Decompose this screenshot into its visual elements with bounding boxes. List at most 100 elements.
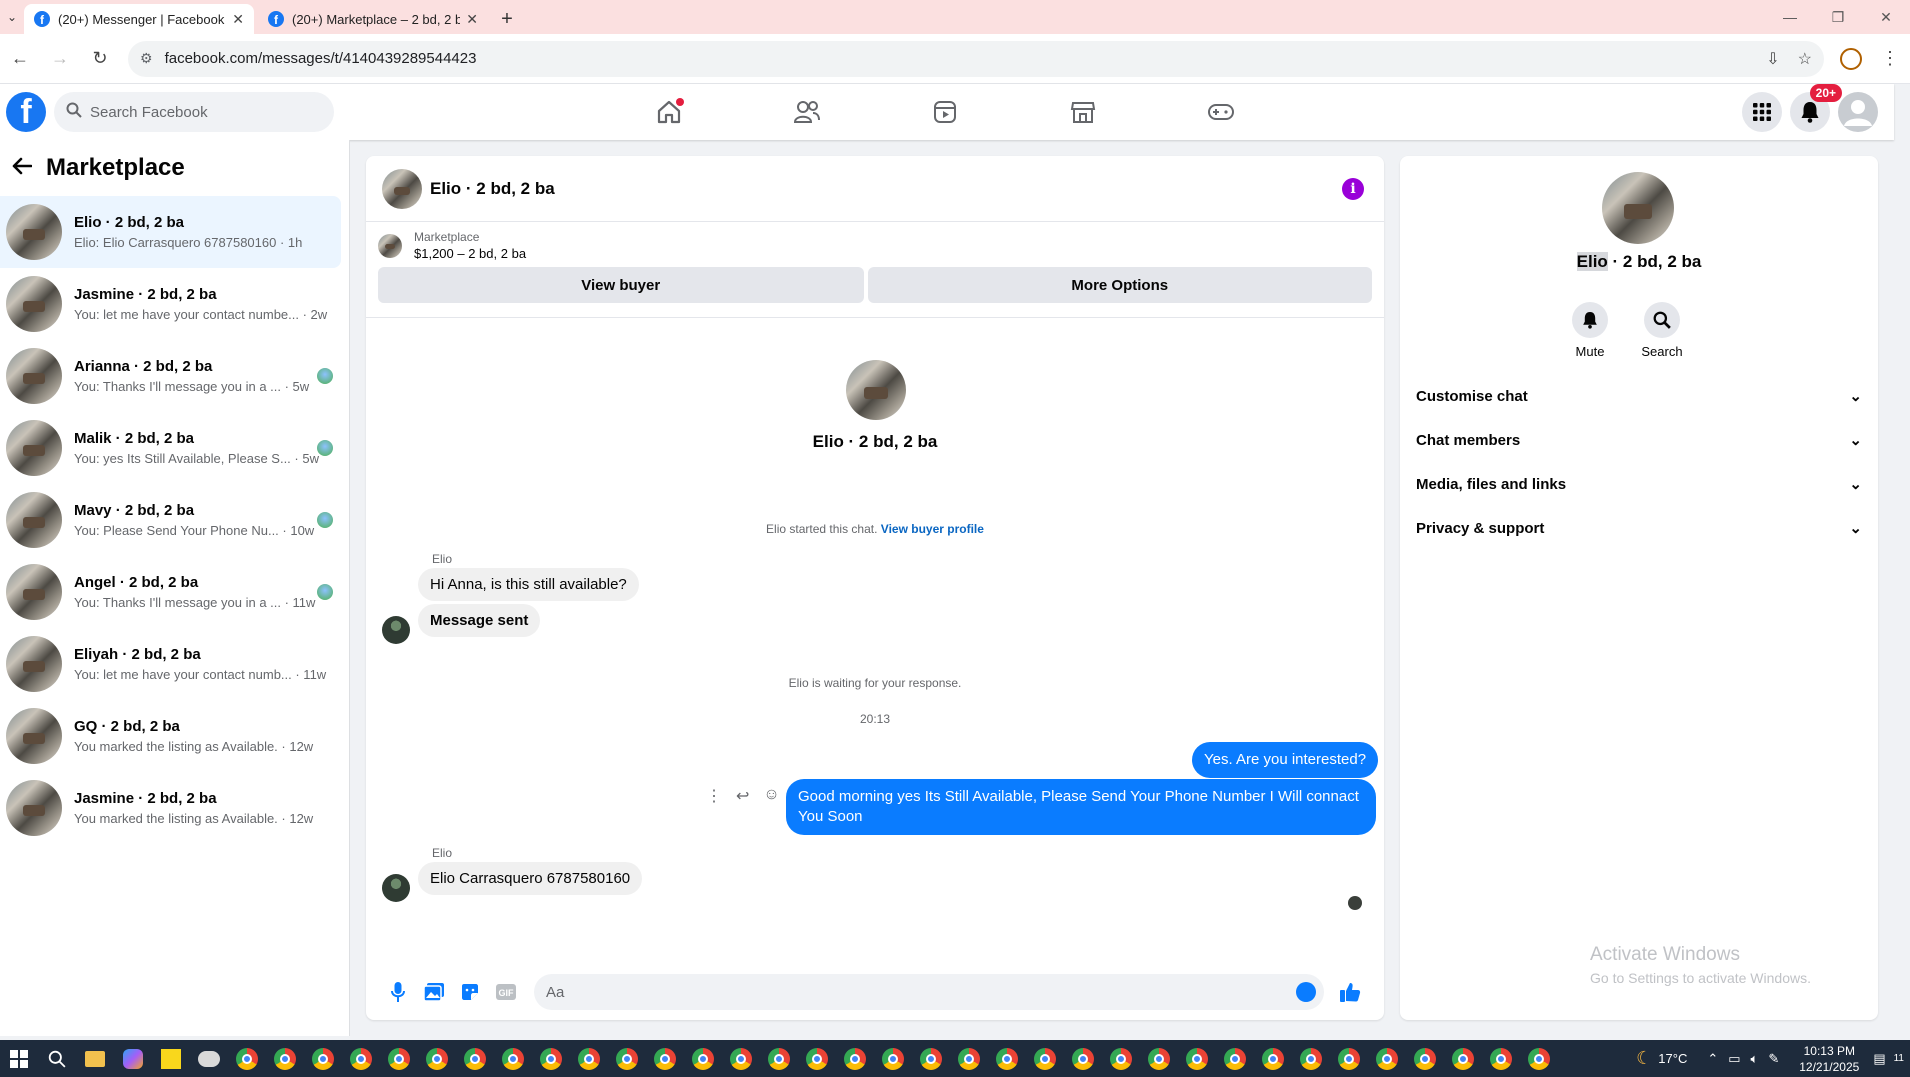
sticker-icon[interactable] xyxy=(452,974,488,1010)
back-arrow-icon[interactable]: ← xyxy=(0,39,40,79)
view-buyer-button[interactable]: View buyer xyxy=(378,267,864,303)
browser-tab-marketplace[interactable]: f (20+) Marketplace – 2 bd, 2 ba ✕ xyxy=(258,4,488,34)
chrome-icon[interactable] xyxy=(1482,1040,1520,1077)
nav-friends[interactable] xyxy=(738,84,876,140)
info-icon[interactable]: i xyxy=(1342,178,1364,200)
gif-icon[interactable]: GIF xyxy=(488,974,524,1010)
section-privacy-support[interactable]: Privacy & support ⌄ xyxy=(1400,506,1878,550)
copilot-icon[interactable] xyxy=(114,1040,152,1077)
chrome-icon[interactable] xyxy=(1292,1040,1330,1077)
temperature[interactable]: 17°C xyxy=(1658,1051,1687,1066)
url-field[interactable]: ⚙ facebook.com/messages/t/41404392895444… xyxy=(128,40,1824,77)
chrome-icon[interactable] xyxy=(380,1040,418,1077)
chrome-icon[interactable] xyxy=(836,1040,874,1077)
nav-home[interactable] xyxy=(600,84,738,140)
react-emoji-icon[interactable]: ☺ xyxy=(763,786,779,806)
chrome-icon[interactable] xyxy=(1330,1040,1368,1077)
forward-arrow-icon[interactable]: → xyxy=(40,39,80,79)
chrome-icon[interactable] xyxy=(1216,1040,1254,1077)
sticky-notes-icon[interactable] xyxy=(152,1040,190,1077)
microphone-icon[interactable] xyxy=(380,974,416,1010)
listing-thumbnail[interactable] xyxy=(378,233,402,258)
chrome-icon[interactable] xyxy=(342,1040,380,1077)
close-window-icon[interactable]: ✕ xyxy=(1862,0,1910,34)
chrome-icon[interactable] xyxy=(456,1040,494,1077)
chrome-icon[interactable] xyxy=(570,1040,608,1077)
conversation-item[interactable]: Jasmine · 2 bd, 2 ba You: let me have you… xyxy=(0,268,341,340)
conversation-item[interactable]: Angel · 2 bd, 2 ba You: Thanks I'll messa… xyxy=(0,556,341,628)
more-vertical-icon[interactable]: ⋮ xyxy=(706,786,722,806)
search-facebook-input[interactable]: Search Facebook xyxy=(54,92,334,132)
reload-icon[interactable]: ↻ xyxy=(80,39,120,79)
chrome-icon[interactable] xyxy=(1102,1040,1140,1077)
thumbs-up-icon[interactable] xyxy=(1332,974,1368,1010)
chrome-icon[interactable] xyxy=(874,1040,912,1077)
conversation-item[interactable]: Elio · 2 bd, 2 ba Elio: Elio Carrasquero … xyxy=(0,196,341,268)
conversation-item[interactable]: Eliyah · 2 bd, 2 ba You: let me have your… xyxy=(0,628,341,700)
chrome-icon[interactable] xyxy=(494,1040,532,1077)
incoming-message[interactable]: Message sent xyxy=(418,604,541,637)
account-avatar[interactable] xyxy=(1838,92,1878,132)
view-buyer-profile-link[interactable]: View buyer profile xyxy=(881,522,984,536)
conversation-item[interactable]: GQ · 2 bd, 2 ba You marked the listing as… xyxy=(0,700,341,772)
chrome-icon[interactable] xyxy=(1064,1040,1102,1077)
conversation-item[interactable]: Jasmine · 2 bd, 2 ba You marked the listi… xyxy=(0,772,341,844)
file-explorer-icon[interactable] xyxy=(76,1040,114,1077)
restore-icon[interactable]: ❐ xyxy=(1814,0,1862,34)
chrome-icon[interactable] xyxy=(418,1040,456,1077)
chrome-icon[interactable] xyxy=(950,1040,988,1077)
bookmark-star-icon[interactable]: ☆ xyxy=(1798,49,1812,69)
browser-menu-icon[interactable]: ⋮ xyxy=(1870,39,1910,79)
notification-center-icon[interactable]: ▤ xyxy=(1873,1051,1885,1067)
mute-button[interactable]: Mute xyxy=(1572,302,1608,359)
chrome-icon[interactable] xyxy=(684,1040,722,1077)
minimize-icon[interactable]: — xyxy=(1766,0,1814,34)
chrome-icon[interactable] xyxy=(1444,1040,1482,1077)
chat-avatar[interactable] xyxy=(382,168,422,209)
chrome-icon[interactable] xyxy=(1140,1040,1178,1077)
chrome-icon[interactable] xyxy=(1520,1040,1558,1077)
outgoing-message[interactable]: Yes. Are you interested? xyxy=(1192,742,1379,778)
incoming-message[interactable]: Hi Anna, is this still available? xyxy=(418,568,639,601)
photo-icon[interactable] xyxy=(416,974,452,1010)
chrome-icon[interactable] xyxy=(646,1040,684,1077)
more-options-button[interactable]: More Options xyxy=(867,267,1372,303)
volume-icon[interactable]: 🔈︎ xyxy=(1751,1051,1759,1067)
taskbar-search-icon[interactable] xyxy=(38,1040,76,1077)
chrome-icon[interactable] xyxy=(798,1040,836,1077)
pen-icon[interactable]: ✎ xyxy=(1768,1051,1779,1067)
chrome-icon[interactable] xyxy=(1254,1040,1292,1077)
new-tab-button[interactable]: + xyxy=(492,4,522,34)
chrome-icon[interactable] xyxy=(228,1040,266,1077)
section-customise-chat[interactable]: Customise chat ⌄ xyxy=(1400,374,1878,418)
chrome-icon[interactable] xyxy=(1026,1040,1064,1077)
tab-search-dropdown-icon[interactable]: ⌄ xyxy=(0,0,24,34)
details-avatar[interactable] xyxy=(1602,172,1674,244)
search-conversation-button[interactable]: Search xyxy=(1641,302,1683,359)
chrome-icon[interactable] xyxy=(760,1040,798,1077)
browser-tab-messenger[interactable]: f (20+) Messenger | Facebook ✕ xyxy=(24,4,254,34)
chrome-icon[interactable] xyxy=(608,1040,646,1077)
message-input[interactable]: Aa xyxy=(534,974,1324,1010)
notifications-button[interactable]: 20+ xyxy=(1790,84,1842,132)
incoming-message[interactable]: Elio Carrasquero 6787580160 xyxy=(418,862,643,895)
weather-moon-icon[interactable]: ☾ xyxy=(1636,1048,1652,1069)
chrome-icon[interactable] xyxy=(722,1040,760,1077)
chevron-up-icon[interactable]: ⌃ xyxy=(1707,1051,1718,1067)
windows-start-icon[interactable] xyxy=(0,1040,38,1077)
clock[interactable]: 10:13 PM 12/21/2025 xyxy=(1799,1043,1859,1075)
chrome-icon[interactable] xyxy=(1368,1040,1406,1077)
chrome-icon[interactable] xyxy=(266,1040,304,1077)
emoji-icon[interactable] xyxy=(1296,982,1316,1002)
chat-title[interactable]: Elio · 2 bd, 2 ba xyxy=(430,179,555,199)
conversation-item[interactable]: Arianna · 2 bd, 2 ba You: Thanks I'll mes… xyxy=(0,340,341,412)
nav-gaming[interactable] xyxy=(1152,84,1290,140)
chrome-icon[interactable] xyxy=(1178,1040,1216,1077)
chrome-icon[interactable] xyxy=(988,1040,1026,1077)
section-chat-members[interactable]: Chat members ⌄ xyxy=(1400,418,1878,462)
chrome-icon[interactable] xyxy=(532,1040,570,1077)
site-info-icon[interactable]: ⚙ xyxy=(140,50,153,67)
reply-icon[interactable]: ↩ xyxy=(736,786,749,806)
outgoing-message[interactable]: Good morning yes Its Still Available, Pl… xyxy=(786,779,1376,835)
browser-profile-icon[interactable] xyxy=(1840,47,1862,70)
